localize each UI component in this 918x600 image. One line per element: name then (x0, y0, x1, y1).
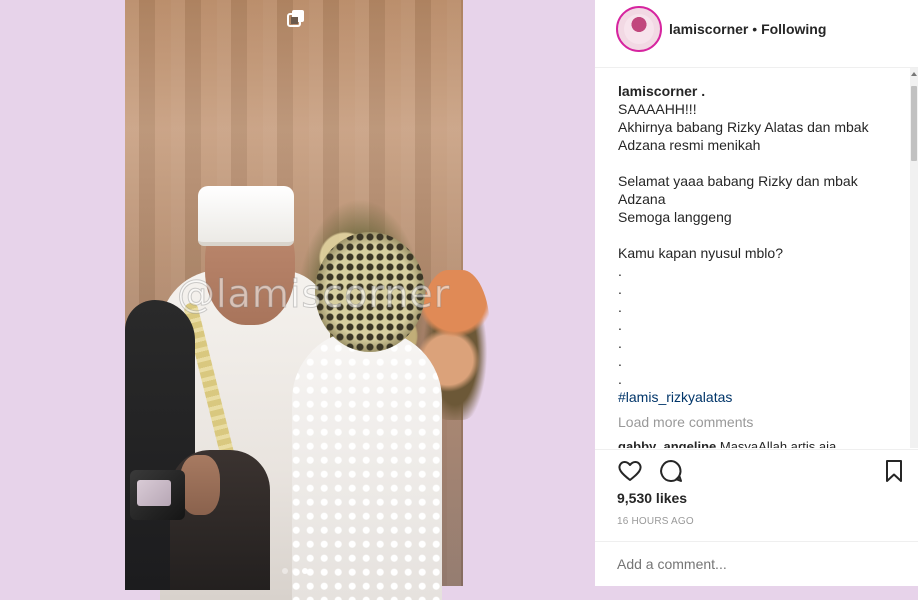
caption-line: SAAAAHH!!! (618, 101, 697, 117)
carousel-dot[interactable] (292, 568, 298, 574)
caption-line (618, 154, 888, 172)
username-link[interactable]: lamiscorner (669, 21, 748, 37)
comment-text: MasyaAllah artis aja (719, 439, 837, 448)
caption-line: Adzana (618, 191, 666, 207)
caption-line: . (618, 371, 622, 387)
caption-line: . (618, 299, 622, 315)
caption-username[interactable]: lamiscorner . (618, 82, 888, 100)
scrollbar-thumb[interactable] (911, 86, 917, 161)
comments-section[interactable]: lamiscorner . SAAAAHH!!! Akhirnya babang… (595, 68, 905, 448)
caption-line (618, 226, 888, 244)
comment-username[interactable]: gabby_angeline (618, 439, 716, 448)
likes-count[interactable]: 9,530 likes (617, 490, 687, 506)
avatar-image (624, 14, 654, 44)
bookmark-icon[interactable] (881, 458, 907, 484)
caption-line: Selamat yaaa babang Rizky dan mbak (618, 173, 858, 189)
post-side-panel: lamiscorner • Following lamiscorner . SA… (595, 0, 918, 586)
load-more-comments-button[interactable]: Load more comments (618, 414, 753, 430)
caption: lamiscorner . SAAAAHH!!! Akhirnya babang… (618, 82, 888, 406)
comment-item: gabby_angeline MasyaAllah artis aja (618, 439, 836, 448)
carousel-indicator (282, 568, 308, 574)
caption-line: Kamu kapan nyusul mblo? (618, 245, 783, 261)
follow-status-button[interactable]: Following (761, 21, 826, 37)
comment-bar (595, 541, 918, 587)
avatar[interactable] (616, 6, 662, 52)
caption-line: . (618, 317, 622, 333)
scroll-up-arrow-icon[interactable] (911, 72, 917, 76)
comment-icon[interactable] (658, 458, 684, 484)
add-comment-input[interactable] (617, 556, 897, 572)
hashtag-link[interactable]: #lamis_rizkyalatas (618, 388, 888, 406)
post-timestamp[interactable]: 16 HOURS AGO (617, 516, 694, 527)
multiple-posts-icon (287, 10, 304, 27)
groom-cap (198, 186, 294, 246)
caption-line: . (618, 263, 622, 279)
guest-hand (180, 455, 220, 515)
caption-line: Adzana resmi menikah (618, 137, 761, 153)
caption-line: . (618, 335, 622, 351)
watermark: @lamiscorner (176, 272, 451, 317)
bride-figure (292, 330, 442, 600)
heart-icon[interactable] (617, 458, 643, 484)
carousel-dot-active[interactable] (302, 568, 308, 574)
camera-screen (137, 480, 171, 506)
caption-line: . (618, 281, 622, 297)
post-header: lamiscorner • Following (595, 0, 918, 68)
carousel-dot[interactable] (282, 568, 288, 574)
separator: • (752, 21, 758, 37)
caption-line: . (618, 353, 622, 369)
caption-line: Akhirnya babang Rizky Alatas dan mbak (618, 119, 869, 135)
header-user: lamiscorner • Following (669, 21, 826, 37)
caption-line: Semoga langgeng (618, 209, 732, 225)
